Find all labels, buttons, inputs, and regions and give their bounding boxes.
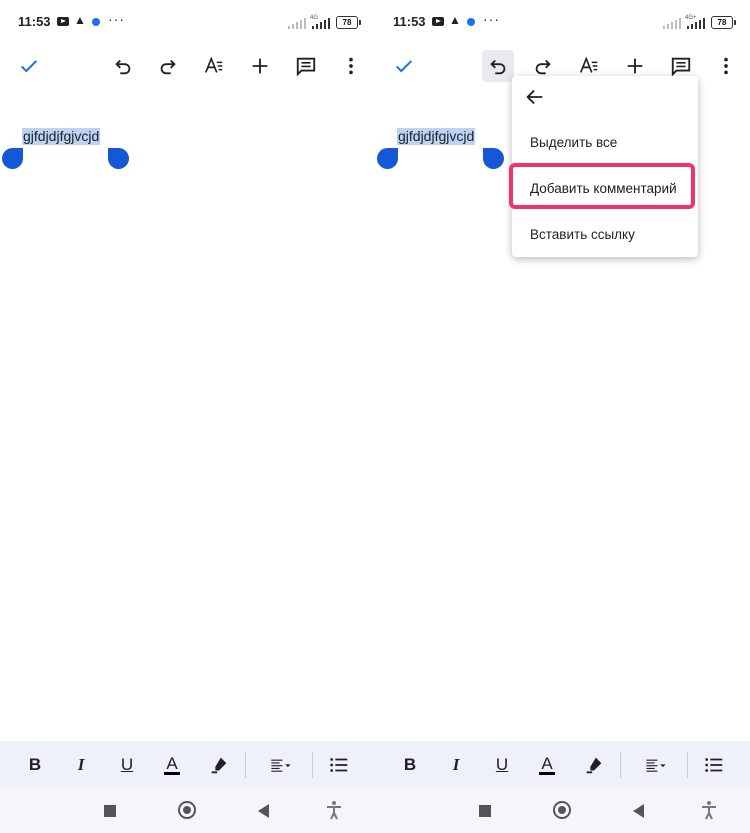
text-color-icon[interactable]: A	[161, 754, 183, 776]
youtube-notification-icon	[432, 17, 444, 26]
text-format-icon	[579, 56, 598, 73]
warning-icon: ▲	[74, 13, 86, 27]
more-vert-icon	[724, 57, 728, 75]
underline-icon[interactable]: U	[491, 754, 513, 776]
more-options-button[interactable]	[335, 50, 367, 82]
app-notification-icon	[467, 18, 475, 26]
more-notifications-icon: ···	[483, 11, 500, 27]
back-arrow-icon[interactable]	[524, 86, 546, 108]
highlighter-icon[interactable]	[208, 754, 230, 776]
accessibility-icon[interactable]	[701, 800, 717, 820]
format-toolbar: B I U A	[0, 741, 375, 788]
underline-icon[interactable]: U	[116, 754, 138, 776]
recents-square-icon[interactable]	[104, 805, 116, 817]
warning-icon: ▲	[449, 13, 461, 27]
home-circle-icon[interactable]	[553, 801, 571, 819]
wifi-signal-icon	[288, 17, 306, 29]
selection-handle-end[interactable]	[483, 148, 504, 169]
italic-icon[interactable]: I	[445, 754, 467, 776]
undo-icon	[490, 59, 506, 75]
system-nav-bar	[375, 788, 750, 833]
bold-icon[interactable]: B	[24, 754, 46, 776]
selection-handle-start[interactable]	[2, 148, 23, 169]
cell-signal-icon	[687, 17, 705, 29]
system-nav-bar	[0, 788, 375, 833]
comment-icon	[671, 57, 691, 77]
insert-plus-icon	[252, 58, 268, 74]
highlight-frame	[509, 163, 695, 209]
check-icon	[395, 60, 413, 73]
top-toolbar	[0, 44, 375, 90]
text-color-icon[interactable]: A	[536, 754, 558, 776]
more-notifications-icon: ···	[108, 11, 125, 27]
list-icon[interactable]	[703, 754, 725, 776]
redo-button[interactable]	[152, 50, 184, 82]
more-options-button[interactable]	[710, 50, 742, 82]
format-divider	[312, 752, 313, 778]
insert-plus-icon	[627, 58, 643, 74]
text-format-icon	[204, 56, 223, 73]
back-triangle-icon[interactable]	[258, 804, 269, 818]
selection-handle-start[interactable]	[377, 148, 398, 169]
undo-button[interactable]	[482, 50, 514, 82]
comparison-screens: 11:53 ▲ ··· 4G 78 gjfdjdjfgjvcjd B I U A…	[0, 0, 750, 833]
selected-document-text[interactable]: gjfdjdjfgjvcjd	[22, 128, 101, 145]
selected-document-text[interactable]: gjfdjdjfgjvcjd	[397, 128, 476, 145]
check-icon	[20, 60, 38, 73]
undo-icon	[115, 59, 131, 75]
status-time: 11:53	[18, 14, 51, 29]
menu-item-insert-link[interactable]: Вставить ссылку	[530, 227, 635, 242]
done-check-button[interactable]	[388, 50, 420, 82]
format-divider	[620, 752, 621, 778]
highlighter-icon[interactable]	[583, 754, 605, 776]
align-icon[interactable]	[265, 754, 297, 776]
text-format-button[interactable]	[198, 50, 230, 82]
app-notification-icon	[92, 18, 100, 26]
insert-button[interactable]	[244, 50, 276, 82]
done-check-button[interactable]	[13, 50, 45, 82]
bold-icon[interactable]: B	[399, 754, 421, 776]
status-bar: 11:53 ▲ ··· 4G 78	[0, 0, 375, 44]
battery-icon: 78	[336, 16, 361, 29]
align-icon[interactable]	[640, 754, 672, 776]
status-time: 11:53	[393, 14, 426, 29]
list-icon[interactable]	[328, 754, 350, 776]
phone-screen-left: 11:53 ▲ ··· 4G 78 gjfdjdjfgjvcjd B I U A	[0, 0, 375, 833]
selection-handle-end[interactable]	[108, 148, 129, 169]
back-triangle-icon[interactable]	[633, 804, 644, 818]
recents-square-icon[interactable]	[479, 805, 491, 817]
cell-signal-icon	[312, 17, 330, 29]
wifi-signal-icon	[663, 17, 681, 29]
status-bar: 11:53 ▲ ··· 4G+ 78	[375, 0, 750, 44]
comment-icon	[296, 57, 316, 77]
format-divider	[687, 752, 688, 778]
menu-item-select-all[interactable]: Выделить все	[530, 135, 617, 150]
redo-icon	[160, 59, 176, 75]
format-divider	[245, 752, 246, 778]
undo-button[interactable]	[107, 50, 139, 82]
youtube-notification-icon	[57, 17, 69, 26]
redo-icon	[535, 59, 551, 75]
accessibility-icon[interactable]	[326, 800, 342, 820]
italic-icon[interactable]: I	[70, 754, 92, 776]
more-vert-icon	[349, 57, 353, 75]
battery-icon: 78	[711, 16, 736, 29]
comment-button[interactable]	[290, 50, 322, 82]
home-circle-icon[interactable]	[178, 801, 196, 819]
format-toolbar: B I U A	[375, 741, 750, 788]
